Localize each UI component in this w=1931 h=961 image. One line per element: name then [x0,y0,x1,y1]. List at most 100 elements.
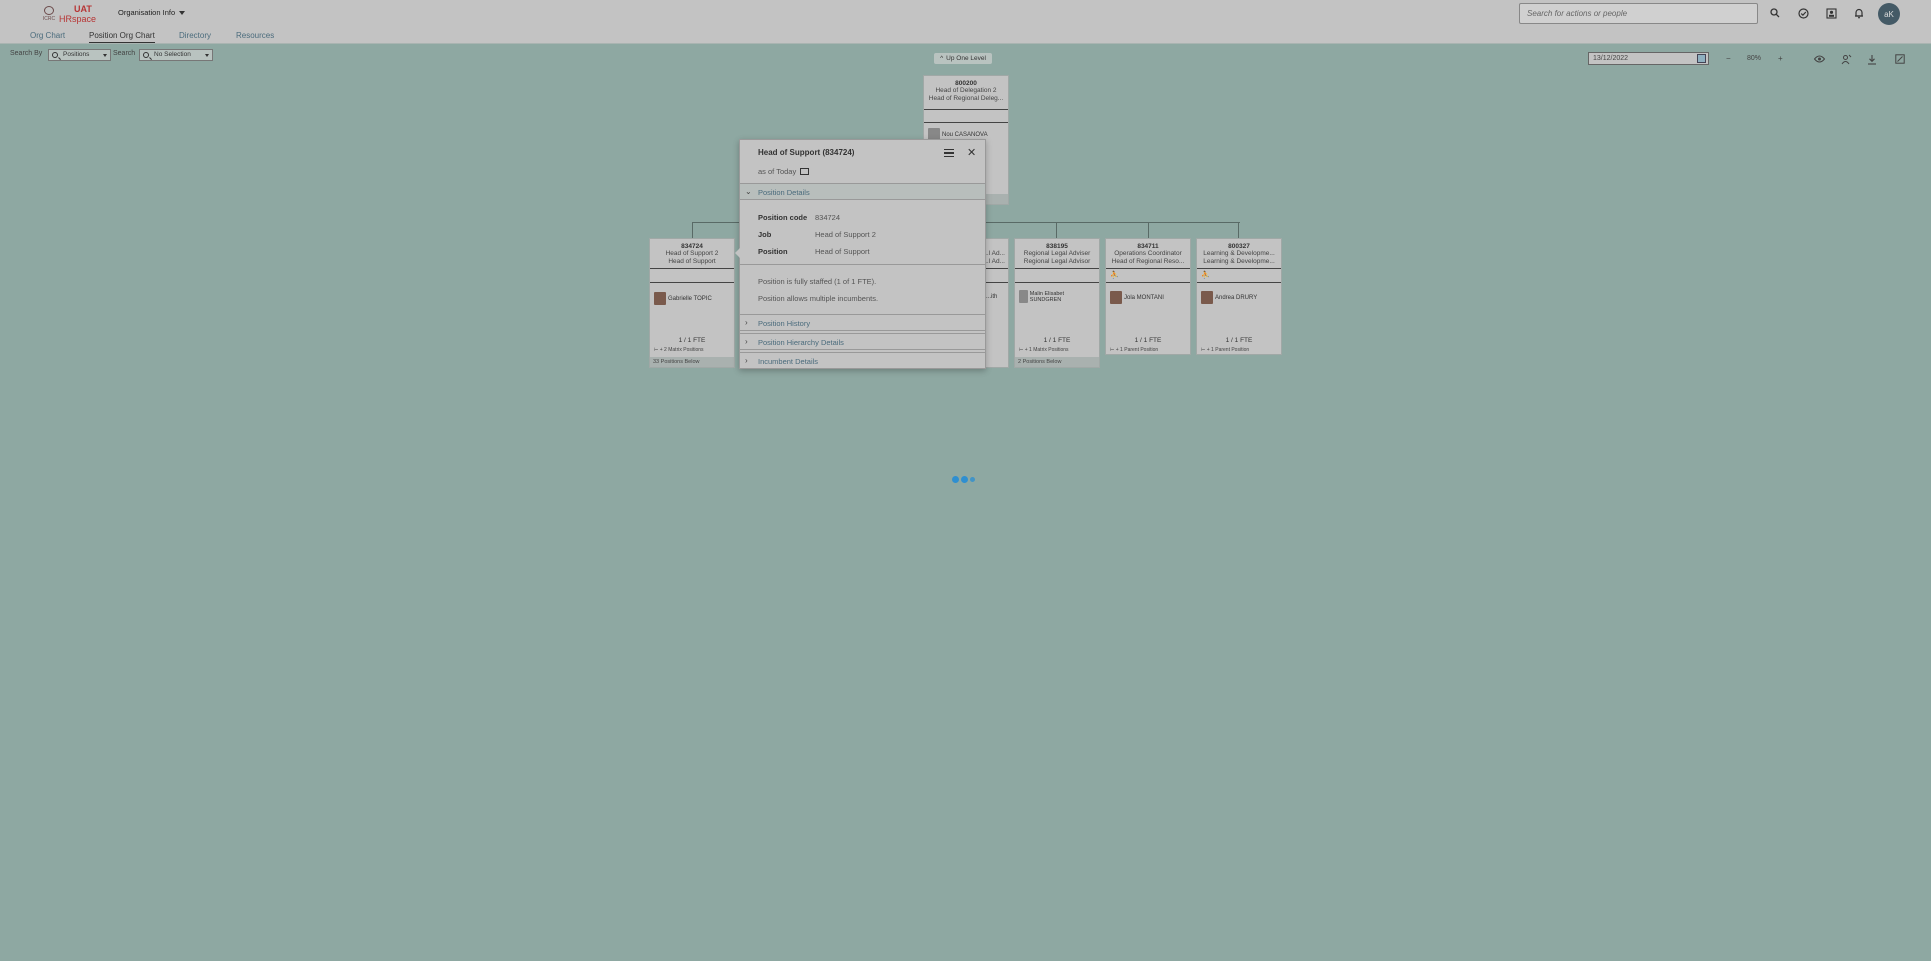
position-job-title: Operations Coordinator [1114,250,1182,257]
matrix-positions-link[interactable]: ⊢ + 1 Matrix Positions [1019,347,1069,353]
field-value: Head of Support 2 [815,230,876,239]
tab-resources[interactable]: Resources [236,31,274,42]
section-position-hierarchy-details[interactable]: › Position Hierarchy Details [740,333,985,350]
calendar-icon[interactable] [800,168,810,175]
incumbent[interactable]: Malin Elisabet SUNDGREN [1019,290,1079,303]
position-card[interactable]: 838195 Regional Legal Adviser Regional L… [1014,238,1100,368]
tab-directory[interactable]: Directory [179,31,211,42]
fte-count: 1 / 1 FTE [678,337,706,344]
section-label: Position History [758,319,811,328]
matrix-positions-link[interactable]: ⊢ + 2 Matrix Positions [654,347,704,353]
shell-bar: ICRC UAT HRspace Organisation Info Searc… [0,0,1931,27]
positions-below-link[interactable]: 2 Positions Below [1015,357,1099,367]
date-value: 13/12/2022 [1593,55,1629,62]
search-value: No Selection [154,51,191,58]
position-card[interactable]: 834724 Head of Support 2 Head of Support… [649,238,735,368]
divider [740,264,985,265]
notifications-bell-icon[interactable] [1852,6,1866,20]
fte-count: 1 / 1 FTE [1225,337,1253,344]
tab-position-org-chart[interactable]: Position Org Chart [89,31,155,43]
fte-count: 1 / 1 FTE [1134,337,1162,344]
chevron-up-icon: ^ [940,55,944,62]
chevron-right-icon: › [745,337,748,346]
connector-line [692,222,693,238]
organisation-info-label: Organisation Info [118,8,176,17]
card-divider [924,109,1008,110]
position-code: 834724 [681,243,703,250]
connector-line [1238,222,1239,238]
zoom-in-button[interactable]: + [1778,54,1783,63]
staffing-note: Position is fully staffed (1 of 1 FTE). [758,277,877,286]
close-icon[interactable]: ✕ [967,146,976,159]
global-search-input[interactable]: Search for actions or people [1519,3,1758,24]
field-position: Position Head of Support [758,247,870,256]
matrix-positions-label: + 2 Matrix Positions [659,347,704,353]
parent-position-link[interactable]: ⊢ + 1 Parent Position [1110,347,1158,353]
position-code: 838195 [1046,243,1068,250]
search-by-label: Search By [10,50,43,57]
loading-dot [952,476,959,483]
up-one-level-button[interactable]: ^ Up One Level [934,53,992,64]
matrix-positions-label: + 1 Matrix Positions [1024,347,1069,353]
position-job-title: Head of Support 2 [665,250,719,257]
search-icon[interactable] [1768,6,1782,20]
as-of-date: as of Today [758,167,810,176]
card-divider [1015,268,1099,269]
calendar-icon[interactable] [1697,54,1706,63]
incumbent-name: Andrea DRURY [1215,294,1258,301]
logo-uat-text: UAT [74,4,92,14]
popover-arrow [735,248,740,258]
section-incumbent-details[interactable]: › Incumbent Details [740,352,985,369]
zoom-out-button[interactable]: − [1726,54,1731,63]
field-position-code: Position code 834724 [758,213,840,222]
tab-org-chart[interactable]: Org Chart [30,31,65,42]
date-input[interactable]: 13/12/2022 [1588,52,1709,65]
person-settings-icon[interactable] [1840,53,1852,65]
matrix-manager-icon[interactable]: ⛹ [1110,271,1119,279]
organisation-info-menu[interactable]: Organisation Info [118,8,186,17]
avatar [1201,291,1213,304]
incumbent[interactable]: Andrea DRURY [1201,291,1257,304]
position-card[interactable]: 834711 Operations Coordinator Head of Re… [1105,238,1191,355]
matrix-manager-icon[interactable]: ⛹ [1201,271,1210,279]
search-by-select[interactable]: Positions [48,49,111,61]
download-icon[interactable] [1866,53,1878,65]
section-label: Position Details [758,188,810,197]
people-icon[interactable] [1824,6,1838,20]
positions-below-link[interactable]: 33 Positions Below [650,357,734,367]
user-avatar[interactable]: aK [1878,3,1900,25]
card-divider [1197,268,1281,269]
parent-position-link[interactable]: ⊢ + 1 Parent Position [1201,347,1249,353]
eye-icon[interactable] [1813,53,1825,65]
fullscreen-icon[interactable] [1894,53,1906,65]
position-code: 800327 [1228,243,1250,250]
section-position-details[interactable]: ⌄ Position Details [740,183,985,200]
logo-org-text: ICRC [42,16,56,22]
incumbent[interactable]: Jola MONTANI [1110,291,1164,304]
hierarchy-icon: ⊢ [654,347,659,353]
incumbent[interactable]: Gabrielle TOPIC [654,292,712,305]
menu-icon[interactable] [944,149,954,157]
hierarchy-icon: ⊢ [1019,347,1024,353]
field-label: Job [758,230,772,239]
incumbent-name: Gabrielle TOPIC [668,295,712,302]
search-icon [143,52,149,58]
search-select[interactable]: No Selection [139,49,213,61]
subnav-tabs: Org Chart Position Org Chart Directory R… [0,27,1931,44]
section-position-history[interactable]: › Position History [740,314,985,331]
incumbents-note: Position allows multiple incumbents. [758,294,879,303]
position-title: Learning & Developme... [1203,258,1275,265]
approvals-icon[interactable] [1796,6,1810,20]
parent-position-label: + 1 Parent Position [1115,347,1159,353]
hierarchy-icon: ⊢ [1201,347,1206,353]
position-card[interactable]: 800327 Learning & Developme... Learning … [1196,238,1282,355]
position-job-title: Regional Legal Adviser [1023,250,1091,257]
field-label: Position [758,247,788,256]
search-icon [52,52,58,58]
as-of-label: as of Today [758,167,797,176]
app-logo[interactable]: ICRC UAT HRspace [40,4,96,24]
logo-app-text: HRspace [59,14,97,24]
avatar [1110,291,1122,304]
icrc-logo-icon [44,6,54,15]
position-title: Head of Regional Reso... [1111,258,1185,265]
